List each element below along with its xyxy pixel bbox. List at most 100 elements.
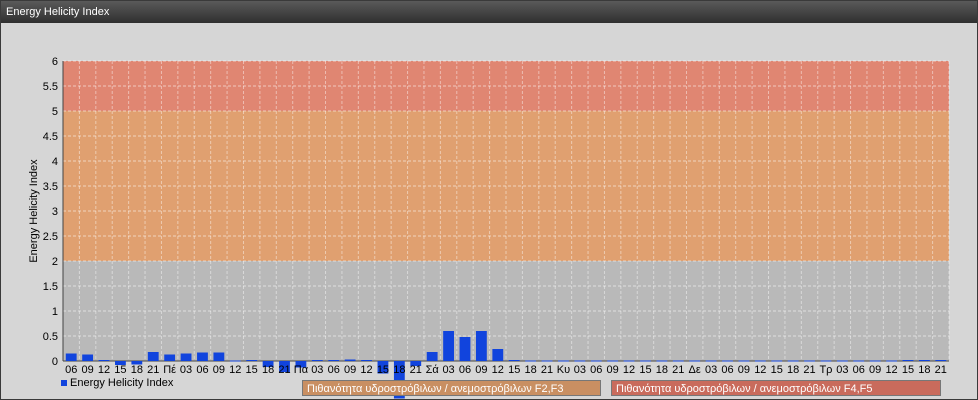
bar: [607, 360, 619, 362]
x-tick-label: 15: [639, 364, 651, 376]
bar: [836, 360, 848, 362]
x-tick-label: 03: [705, 364, 717, 376]
x-tick-label: 15: [771, 364, 783, 376]
bar: [229, 360, 241, 362]
bar: [689, 360, 701, 362]
x-tick-label: 21: [541, 364, 553, 376]
y-tick-label: 4: [52, 156, 58, 168]
y-tick-label: 5.5: [43, 81, 58, 93]
bar: [640, 360, 651, 362]
bar: [672, 360, 684, 362]
y-tick-label: 0.5: [43, 331, 58, 343]
x-tick-label: 09: [81, 364, 93, 376]
x-tick-label: 09: [213, 364, 225, 376]
x-tick-label: 12: [229, 364, 241, 376]
x-tick-label: 06: [459, 364, 471, 376]
bar: [738, 360, 750, 362]
chart-area: 0 0.5 1 1.5 2 2.5 3 3.5 4 4.5 5 5.5 6 Energy Helicity…: [1, 23, 977, 399]
x-tick-label: 09: [475, 364, 487, 376]
x-tick-label: 15: [246, 364, 258, 376]
x-tick-label: 03: [836, 364, 848, 376]
x-tick-label: 21: [278, 364, 290, 376]
bar: [869, 360, 881, 362]
y-tick-label: 3.5: [43, 181, 58, 193]
x-tick-label: 09: [607, 364, 619, 376]
y-axis-label: Energy Helicity Index: [28, 159, 40, 263]
y-tick-label: 2: [52, 256, 58, 268]
x-tick-label: 06: [853, 364, 865, 376]
bar: [558, 360, 569, 362]
bar: [197, 352, 208, 361]
bar: [426, 352, 438, 361]
y-tick-label: 1.5: [43, 281, 58, 293]
x-tick-label: 15: [114, 364, 126, 376]
legend-band-f4f5: Πιθανότητα υδροστρόβιλων / ανεμοστρόβιλω…: [611, 380, 941, 396]
y-tick-label: 1: [52, 306, 58, 318]
bar: [328, 360, 340, 361]
bar: [98, 360, 110, 361]
window-title: Energy Helicity Index: [1, 1, 977, 23]
x-tick-label: 21: [803, 364, 815, 376]
x-tick-label: 18: [656, 364, 668, 376]
x-tick-label: 21: [147, 364, 159, 376]
x-tick-label: 06: [590, 364, 602, 376]
x-tick-label: 18: [262, 364, 274, 376]
x-tick-label: 12: [885, 364, 897, 376]
x-tick-label: 18: [918, 364, 930, 376]
y-tick-label: 4.5: [43, 131, 58, 143]
chart-window: Energy Helicity Index 0 0.5 1 1.5 2 2.5 3 3.5 4 4…: [0, 0, 978, 400]
bar: [147, 352, 159, 361]
bar: [164, 354, 176, 361]
x-tick-label: 03: [311, 364, 323, 376]
x-tick-label: Τρ: [819, 364, 832, 376]
bar: [213, 352, 225, 361]
x-tick-label: 06: [196, 364, 208, 376]
ehi-chart: 0 0.5 1 1.5 2 2.5 3 3.5 4 4.5 5 5.5 6 Energy Helicity…: [28, 56, 950, 399]
x-tick-label: Πέ: [163, 364, 176, 376]
bar: [180, 353, 192, 361]
x-tick-label: 06: [65, 364, 77, 376]
x-tick-label: 12: [360, 364, 372, 376]
bar: [886, 360, 897, 362]
x-tick-label: 03: [180, 364, 192, 376]
bar: [820, 360, 832, 362]
legend-band-f2f3: Πιθανότητα υδροστρόβιλων / ανεμοστρόβιλω…: [302, 380, 601, 396]
x-tick-label: 18: [131, 364, 143, 376]
bar: [65, 353, 77, 361]
x-tick-label: 18: [393, 364, 405, 376]
bar: [508, 360, 520, 361]
x-tick-label: 15: [377, 364, 389, 376]
bar: [705, 360, 717, 362]
bar: [459, 337, 471, 361]
x-tick-label: 15: [508, 364, 520, 376]
x-tick-label: 06: [721, 364, 733, 376]
y-tick-label: 3: [52, 206, 58, 218]
x-tick-label: 06: [328, 364, 340, 376]
bar: [246, 360, 258, 361]
x-tick-label: 03: [442, 364, 454, 376]
x-tick-label: 18: [787, 364, 799, 376]
bar: [853, 360, 865, 362]
bar: [311, 360, 323, 361]
bar: [590, 360, 602, 362]
legend-label: Energy Helicity Index: [70, 377, 174, 389]
x-tick-label: 12: [623, 364, 635, 376]
bar: [574, 360, 586, 362]
x-tick-label: 18: [524, 364, 536, 376]
x-tick-label: 12: [492, 364, 504, 376]
bar: [918, 360, 930, 361]
bar: [475, 331, 487, 361]
x-tick-label: 21: [410, 364, 422, 376]
bar: [443, 331, 454, 361]
x-tick-label: Πα: [294, 364, 309, 376]
bar: [771, 360, 783, 362]
x-tick-label: 12: [754, 364, 766, 376]
x-tick-label: 21: [672, 364, 684, 376]
bar: [82, 354, 94, 361]
bar: [623, 360, 635, 362]
y-tick-label: 5: [52, 106, 58, 118]
bar: [902, 360, 914, 361]
bar: [541, 360, 553, 362]
bar: [935, 360, 947, 361]
x-tick-label: 09: [738, 364, 750, 376]
